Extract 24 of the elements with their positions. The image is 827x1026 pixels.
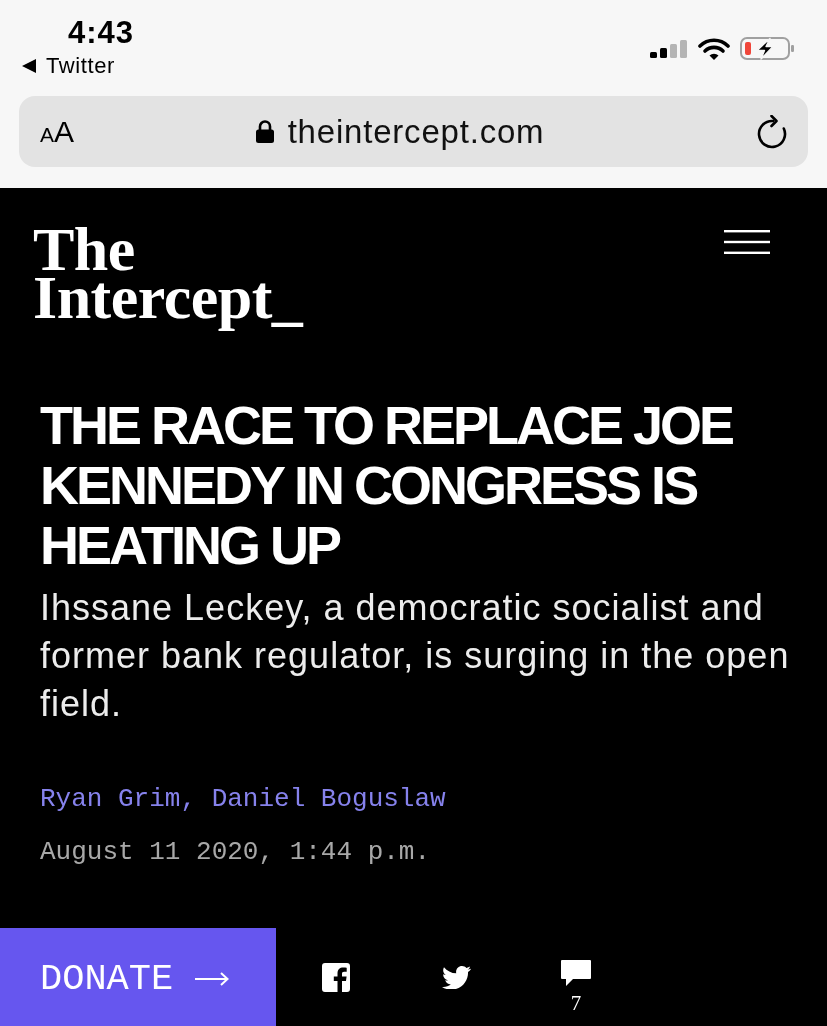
article-subtitle: Ihssane Leckey, a democratic socialist and former bank regulator, is surging in the open field. [40,586,790,726]
author-link[interactable]: Ryan Grim, Daniel Boguslaw [40,781,446,817]
comments-button[interactable]: 7 [561,960,591,1016]
lock-icon [255,120,274,143]
publish-date: August 11 2020, 1:44 p.m. [40,836,431,869]
donate-button[interactable]: DONATE [0,928,276,1026]
wifi-icon [698,37,730,60]
menu-icon[interactable] [724,230,770,254]
url-text: theintercept.com [287,112,545,151]
text-size-button[interactable]: AA [40,114,75,149]
facebook-icon [322,962,350,992]
clock-time: 4:43 [68,15,135,51]
article-headline: THE RACE TO REPLACE JOE KENNEDY IN CONGRESS IS HEATING UP [40,395,734,575]
twitter-share-button[interactable] [441,965,471,989]
site-logo[interactable]: The Intercept_ [33,223,303,337]
address-bar[interactable]: AA theintercept.com [19,96,808,167]
bird-icon [441,965,471,989]
arrow-right-icon [195,972,230,986]
back-to-app-link[interactable]: Twitter [20,53,135,79]
signal-icon [650,39,688,58]
back-triangle-icon [20,58,38,74]
battery-charging-icon [740,37,795,60]
speech-bubble-icon [561,960,591,986]
facebook-share-button[interactable] [322,962,350,992]
